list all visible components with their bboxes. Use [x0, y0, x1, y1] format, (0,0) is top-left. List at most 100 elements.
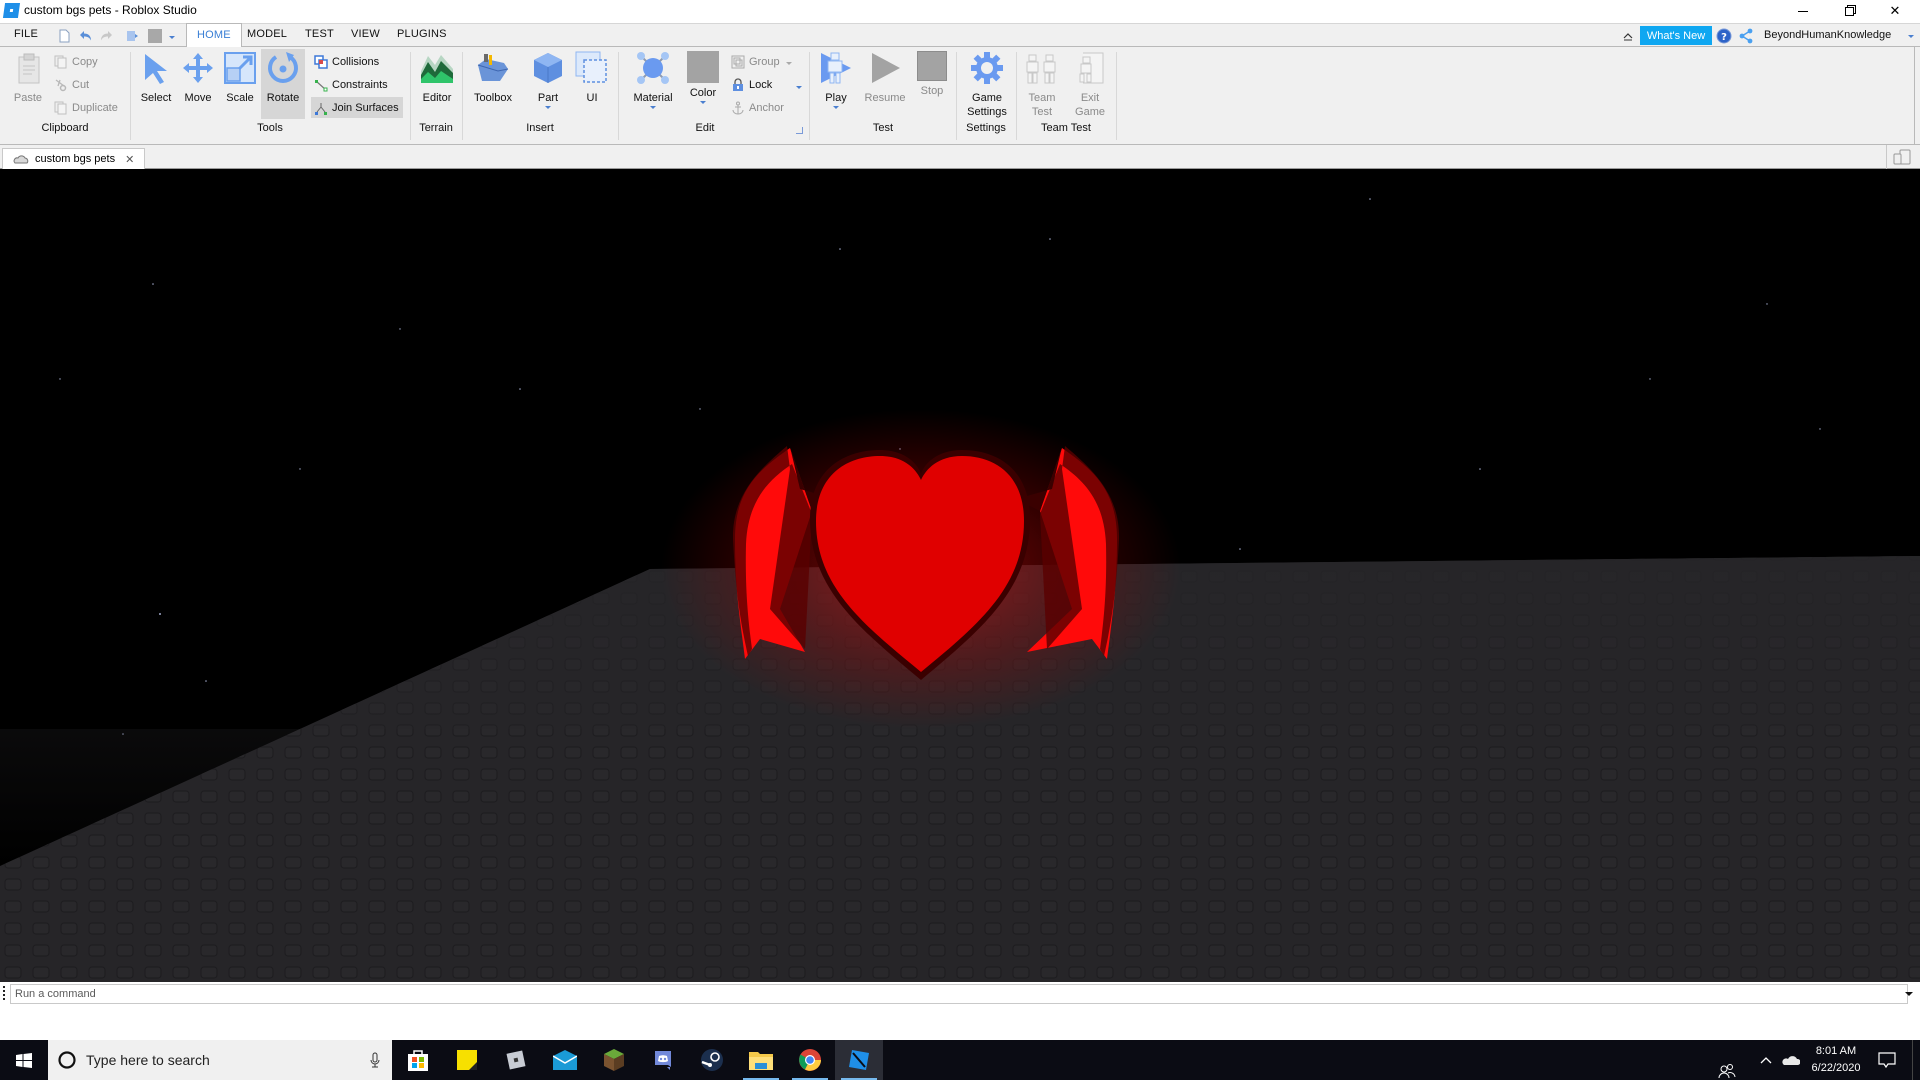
lock-dropdown-caret-icon[interactable]	[796, 86, 802, 89]
ui-button[interactable]: UI	[574, 51, 610, 104]
taskbar-app-discord[interactable]	[639, 1040, 687, 1080]
constraints-icon	[315, 80, 328, 92]
close-window-button[interactable]: ✕	[1872, 0, 1918, 22]
constraints-label: Constraints	[332, 79, 388, 91]
move-tool-button[interactable]: Move	[180, 51, 216, 104]
edit-dialog-launcher-icon[interactable]	[796, 127, 803, 134]
command-input[interactable]: Run a command	[10, 984, 1908, 1004]
tab-plugins[interactable]: PLUGINS	[397, 28, 447, 40]
steam-icon	[701, 1049, 723, 1071]
game-settings-button[interactable]: Game Settings	[962, 51, 1012, 118]
duplicate-button[interactable]: Duplicate	[54, 99, 118, 117]
taskbar-app-roblox[interactable]	[492, 1040, 540, 1080]
scale-label: Scale	[226, 92, 254, 104]
redo-icon[interactable]	[100, 29, 114, 43]
command-input-placeholder: Run a command	[15, 988, 96, 1000]
part-label: Part	[537, 92, 559, 104]
resume-button[interactable]: Resume	[863, 51, 907, 104]
discord-icon	[655, 1051, 671, 1070]
minecraft-icon	[604, 1049, 624, 1071]
device-emulator-icon[interactable]	[1893, 149, 1911, 165]
new-file-icon[interactable]	[57, 29, 71, 43]
collapse-ribbon-icon[interactable]	[1622, 30, 1634, 42]
command-bar-grip-icon[interactable]	[3, 986, 5, 1000]
stop-button[interactable]: Stop	[914, 51, 950, 97]
terrain-group-label: Terrain	[419, 122, 453, 134]
material-button[interactable]: Material	[629, 51, 677, 109]
action-center-notification-icon[interactable]	[1878, 1051, 1896, 1069]
copy-button[interactable]: Copy	[54, 53, 98, 71]
show-hidden-icons-chevron-icon[interactable]	[1760, 1056, 1772, 1064]
taskbar-app-steam[interactable]	[688, 1040, 736, 1080]
join-surfaces-toggle[interactable]: Join Surfaces	[311, 97, 403, 118]
share-icon[interactable]	[1738, 28, 1754, 44]
anchor-icon	[732, 101, 744, 115]
group-button[interactable]: Group	[731, 53, 792, 71]
taskbar-app-google-chrome[interactable]	[786, 1040, 834, 1080]
user-menu-chevron-icon[interactable]	[1907, 29, 1915, 43]
join-surfaces-label: Join Surfaces	[332, 101, 399, 114]
minimize-button[interactable]	[1780, 0, 1826, 22]
part-dropdown-caret-icon[interactable]	[545, 106, 551, 109]
select-tool-button[interactable]: Select	[138, 51, 174, 104]
people-icon[interactable]	[1718, 1051, 1736, 1091]
toolbox-button[interactable]: Toolbox	[470, 51, 516, 104]
color-button[interactable]: Color	[685, 51, 721, 104]
tab-test[interactable]: TEST	[305, 28, 334, 40]
windows-start-icon[interactable]	[16, 1053, 32, 1068]
system-clock[interactable]: 8:01 AM 6/22/2020	[1800, 1043, 1872, 1077]
scale-tool-button[interactable]: Scale	[222, 51, 258, 104]
tab-model[interactable]: MODEL	[247, 28, 287, 40]
microphone-icon[interactable]	[370, 1052, 380, 1068]
game-settings-label-line2: Settings	[967, 106, 1007, 118]
terrain-editor-button[interactable]: Editor	[418, 51, 456, 104]
exit-game-button[interactable]: Exit Game	[1072, 51, 1108, 118]
collisions-toggle[interactable]: Collisions	[314, 53, 379, 71]
part-button[interactable]: Part	[530, 51, 566, 109]
stop-icon[interactable]	[148, 29, 162, 43]
rotate-label: Rotate	[266, 92, 300, 104]
taskbar-search-box[interactable]: Type here to search	[48, 1040, 392, 1080]
document-tab[interactable]: custom bgs pets ✕	[2, 148, 145, 169]
user-menu[interactable]: BeyondHumanKnowledge	[1764, 29, 1891, 41]
group-caret-icon	[785, 61, 792, 65]
command-history-dropdown-icon[interactable]	[1905, 992, 1913, 996]
material-dropdown-caret-icon[interactable]	[650, 106, 656, 109]
3d-viewport[interactable]	[0, 169, 1920, 982]
close-tab-icon[interactable]: ✕	[125, 153, 134, 166]
play-here-icon[interactable]	[125, 29, 139, 43]
window-title: custom bgs pets - Roblox Studio	[24, 3, 197, 17]
taskbar-app-roblox-studio[interactable]	[835, 1040, 883, 1080]
taskbar-app-mail[interactable]	[541, 1040, 589, 1080]
file-menu[interactable]: FILE	[14, 28, 38, 40]
restore-button[interactable]	[1826, 0, 1872, 22]
color-dropdown-caret-icon[interactable]	[700, 101, 706, 104]
resume-label: Resume	[864, 92, 906, 104]
anchor-button[interactable]: Anchor	[731, 99, 784, 117]
chrome-icon	[799, 1049, 821, 1071]
show-desktop-button[interactable]	[1912, 1040, 1913, 1080]
paste-button[interactable]: Paste	[13, 51, 43, 104]
taskbar-app-file-explorer[interactable]	[737, 1040, 785, 1080]
taskbar-app-sticky-notes[interactable]	[443, 1040, 491, 1080]
lock-button[interactable]: Lock	[731, 76, 772, 94]
whats-new-button[interactable]: What's New	[1640, 26, 1712, 45]
exit-game-label-line1: Exit	[1080, 92, 1100, 104]
play-button[interactable]: Play	[818, 51, 854, 109]
constraints-toggle[interactable]: Constraints	[314, 76, 388, 94]
onedrive-cloud-icon[interactable]	[1782, 1054, 1800, 1066]
rotate-tool-button[interactable]: Rotate	[261, 49, 305, 119]
tab-view[interactable]: VIEW	[351, 28, 380, 40]
customize-quick-access-icon[interactable]	[168, 29, 176, 43]
taskbar-app-minecraft[interactable]	[590, 1040, 638, 1080]
taskbar-app-microsoft-store[interactable]	[394, 1040, 442, 1080]
tab-home[interactable]: HOME	[186, 23, 242, 48]
team-test-button[interactable]: Team Test	[1024, 51, 1060, 118]
help-icon[interactable]: ?	[1716, 28, 1732, 44]
cloud-place-icon	[13, 155, 29, 164]
sticky-notes-icon	[457, 1050, 477, 1070]
undo-icon[interactable]	[78, 29, 92, 43]
cut-button[interactable]: Cut	[54, 76, 89, 94]
play-dropdown-caret-icon[interactable]	[833, 106, 839, 109]
ribbon-right-edge	[1914, 47, 1915, 145]
